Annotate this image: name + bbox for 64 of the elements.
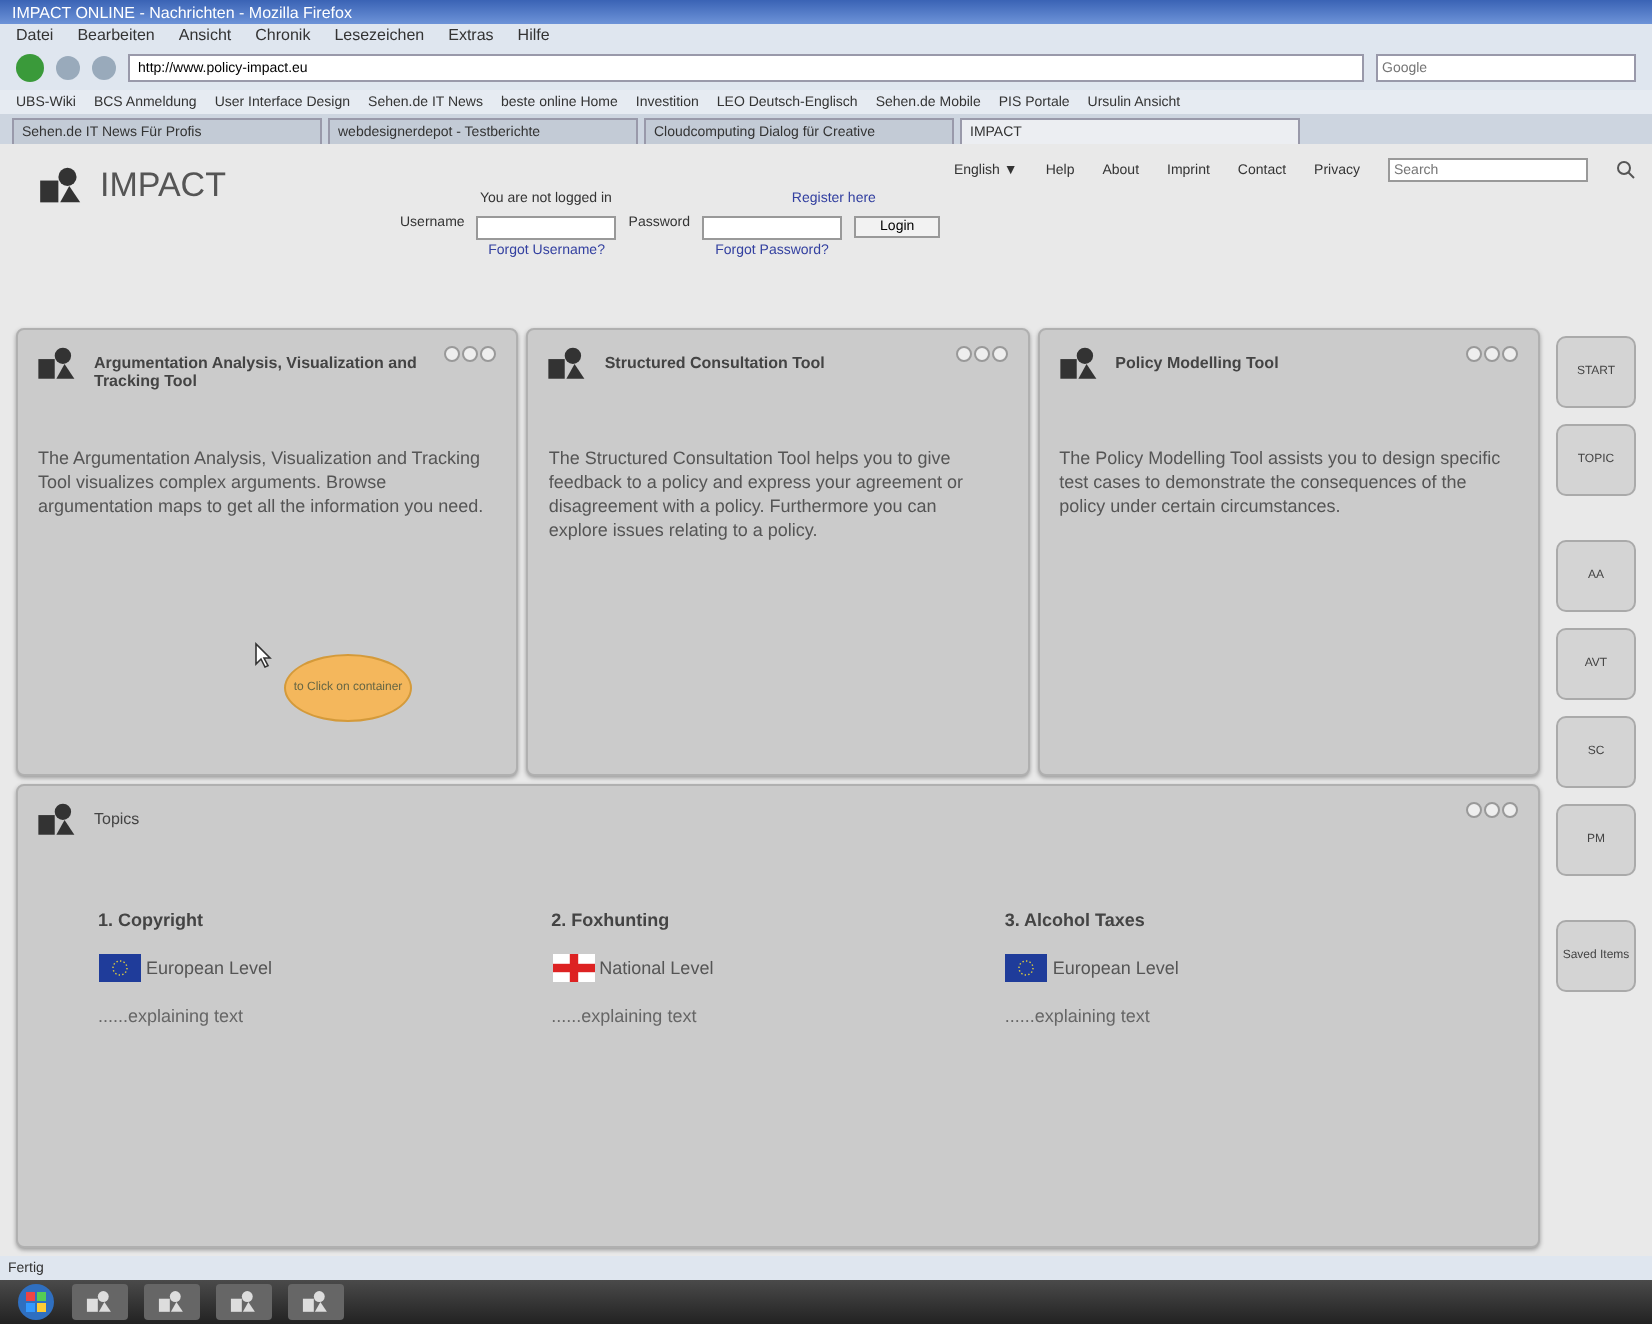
close-button[interactable] <box>480 346 497 362</box>
panel-title: Topics <box>94 808 142 828</box>
menu-item[interactable]: Extras <box>448 26 494 44</box>
close-button[interactable] <box>1502 802 1518 818</box>
collapse-button[interactable] <box>1465 346 1482 362</box>
menu-item[interactable]: Chronik <box>255 26 311 44</box>
card-title: Policy Modelling Tool <box>1115 352 1281 372</box>
tool-card[interactable] <box>16 328 519 776</box>
tool-card[interactable] <box>526 328 1030 776</box>
cross-flag-icon <box>551 954 596 982</box>
topic-title[interactable]: 1. Copyright <box>98 910 552 930</box>
collapse-button[interactable] <box>1466 802 1482 818</box>
menu-item[interactable]: Hilfe <box>517 26 550 44</box>
close-button[interactable] <box>991 346 1008 362</box>
explaining-text: ......explaining text <box>98 1006 246 1026</box>
cursor-icon <box>254 642 272 668</box>
level-label: National Level <box>599 958 714 978</box>
forward-button[interactable] <box>56 56 80 80</box>
taskbar-app-button[interactable] <box>288 1284 344 1320</box>
card-title: Structured Consultation Tool <box>604 352 827 372</box>
taskbar-app-button[interactable] <box>72 1284 128 1320</box>
topics-icon <box>38 802 78 838</box>
username-field[interactable] <box>476 216 617 240</box>
menu-item[interactable]: Bearbeiten <box>77 26 155 44</box>
collapse-button[interactable] <box>955 346 972 362</box>
card-description: The Structured Consultation Tool helps you to give feedback to a policy and express your agreement or disagreement with a policy. Furthermore you can explore issues relating to a policy. <box>548 446 965 542</box>
level-label: European Level <box>1052 958 1179 978</box>
card-description: The Argumentation Analysis, Visualization and Tracking Tool visualizes complex arguments. Browse argumentation maps to get all the information you need. <box>38 446 486 518</box>
menu-item[interactable]: Datei <box>16 26 54 44</box>
tool-icon <box>1059 346 1100 382</box>
maximize-button[interactable] <box>1483 346 1500 362</box>
close-button[interactable] <box>1501 346 1518 362</box>
tool-icon <box>38 346 78 382</box>
app-icon <box>158 1290 186 1314</box>
maximize-button[interactable] <box>462 346 479 362</box>
app-icon <box>302 1290 330 1314</box>
password-field[interactable] <box>702 216 843 240</box>
menu-item[interactable]: Ansicht <box>178 26 232 44</box>
menu-item[interactable]: Lesezeichen <box>334 26 425 44</box>
topic-title[interactable]: 3. Alcohol Taxes <box>1004 910 1458 930</box>
topic-title[interactable]: 2. Foxhunting <box>551 910 1005 930</box>
level-label: European Level <box>146 958 273 978</box>
start-button[interactable] <box>16 1282 56 1322</box>
tool-icon <box>548 346 589 382</box>
app-icon <box>86 1290 114 1314</box>
logo-text: IMPACT <box>100 166 226 206</box>
taskbar-app-button[interactable] <box>144 1284 200 1320</box>
maximize-button[interactable] <box>973 346 990 362</box>
back-button[interactable] <box>16 54 44 82</box>
card-title: Argumentation Analysis, Visualization and Tracking Tool <box>94 352 419 390</box>
tool-card[interactable]: Policy Modelling Tool The Policy Modelling Tool assists you to design specific test cases to demonstrate the consequences of the policy under certain circumstances. <box>1037 328 1540 776</box>
app-icon <box>230 1290 258 1314</box>
card-description: The Policy Modelling Tool assists you to design specific test cases to demonstrate the consequences of the policy under certain circumstances. <box>1059 446 1503 518</box>
explaining-text: ......explaining text <box>551 1006 699 1026</box>
taskbar-app-button[interactable] <box>216 1284 272 1320</box>
logo-icon <box>40 166 84 206</box>
eu-flag-icon <box>98 954 142 982</box>
collapse-button[interactable] <box>444 346 461 362</box>
window-title: IMPACT ONLINE - Nachrichten - Mozilla Firefox <box>12 3 352 21</box>
explaining-text: ......explaining text <box>1004 1006 1152 1026</box>
eu-flag-icon <box>1004 954 1049 982</box>
maximize-button[interactable] <box>1484 802 1500 818</box>
reload-button[interactable] <box>92 56 116 80</box>
search-icon[interactable] <box>1616 160 1636 180</box>
